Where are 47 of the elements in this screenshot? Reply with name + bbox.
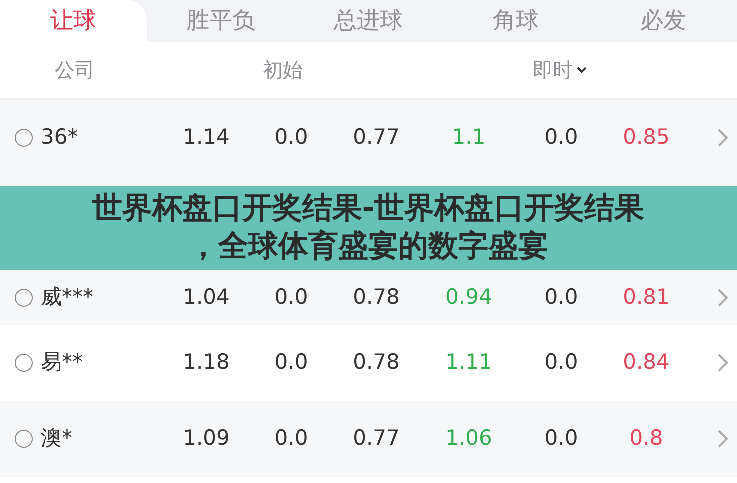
tab[interactable]: 角球 — [442, 0, 590, 42]
radio-button[interactable] — [15, 430, 33, 448]
odds-value: 0.0 — [274, 124, 310, 152]
radio-button[interactable] — [15, 288, 33, 306]
tab[interactable]: 让球 — [0, 0, 148, 42]
odds-value: 0.94 — [444, 284, 494, 311]
odds-value: 0.8 — [628, 425, 664, 452]
odds-value: 0.0 — [544, 124, 580, 152]
banner-title: 世界杯盘口开奖结果-世界杯盘口开奖结果 — [92, 190, 645, 228]
odds-value: 0.0 — [544, 284, 580, 311]
chevron-right-icon[interactable] — [717, 353, 729, 373]
odds-value: 0.0 — [274, 425, 310, 452]
tab[interactable]: 总进球 — [294, 0, 442, 42]
odds-value: 0.0 — [544, 425, 580, 452]
chevron-right-icon[interactable] — [717, 128, 729, 148]
company-name: 36* — [41, 124, 80, 152]
live-sort-button[interactable]: 即时 — [533, 55, 588, 85]
column-header: 公司 — [55, 57, 96, 84]
odds-value: 0.84 — [622, 349, 671, 376]
odds-value: 1.11 — [444, 349, 494, 376]
chevron-right-icon[interactable] — [717, 429, 729, 449]
odds-value: 0.85 — [622, 124, 671, 152]
radio-button[interactable] — [15, 354, 33, 372]
chevron-down-icon — [576, 66, 588, 74]
company-name: 易** — [41, 349, 84, 376]
odds-value: 0.0 — [544, 349, 580, 376]
banner-subtitle: ，全球体育盛宴的数字盛宴 — [188, 228, 548, 266]
odds-value: 0.77 — [352, 124, 401, 152]
odds-value: 0.77 — [352, 425, 401, 452]
odds-value: 0.0 — [274, 349, 310, 376]
odds-value: 0.0 — [274, 284, 310, 311]
odds-value: 1.09 — [182, 425, 231, 452]
odds-value: 1.04 — [182, 284, 231, 311]
odds-value: 0.78 — [352, 349, 401, 376]
radio-button[interactable] — [15, 129, 33, 147]
odds-value: 0.81 — [622, 284, 671, 311]
company-name: 澳* — [41, 425, 74, 452]
odds-value: 1.1 — [451, 124, 487, 152]
odds-value: 1.06 — [444, 425, 494, 452]
odds-value: 1.14 — [182, 124, 231, 152]
column-header: 初始 — [263, 57, 304, 84]
tab[interactable]: 必发 — [590, 0, 737, 42]
odds-value: 1.18 — [182, 349, 231, 376]
chevron-right-icon[interactable] — [717, 288, 729, 308]
odds-value: 0.78 — [352, 284, 401, 311]
tab[interactable]: 胜平负 — [147, 0, 295, 42]
company-name: 威*** — [41, 284, 94, 311]
